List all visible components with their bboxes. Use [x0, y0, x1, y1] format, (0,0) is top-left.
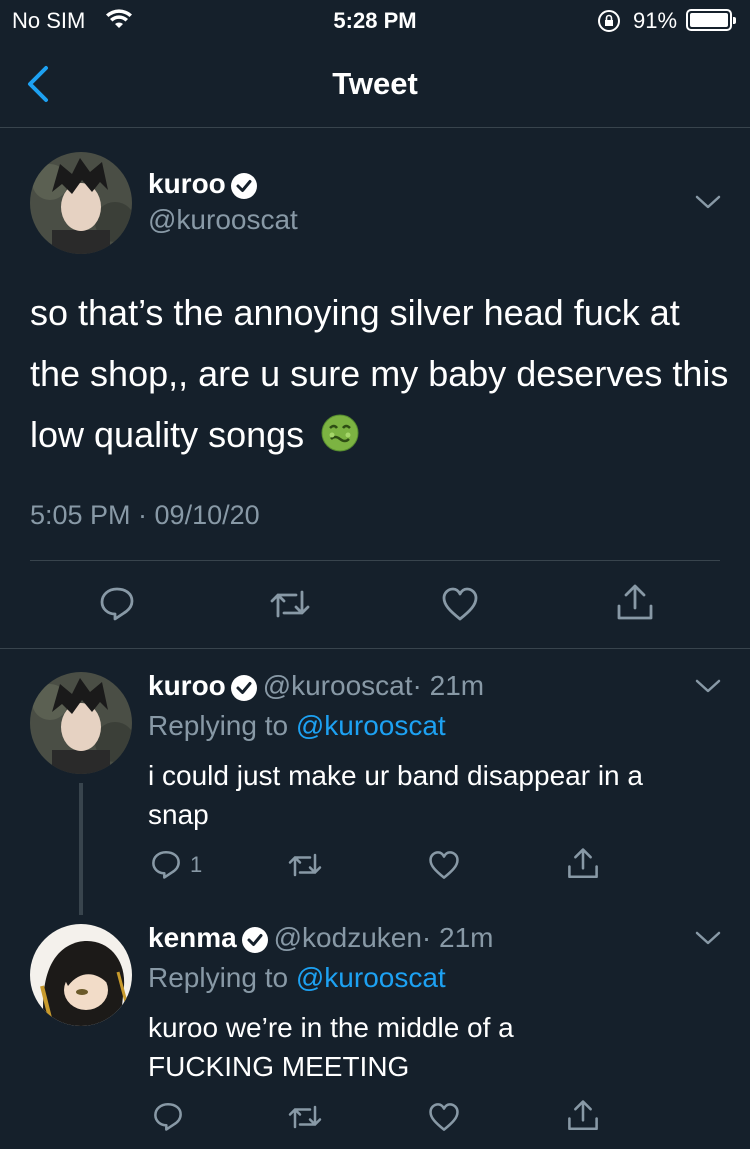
rotation-lock-icon: [596, 8, 622, 40]
tweet-author: kuroo: [148, 168, 258, 205]
retweet-icon: [270, 590, 310, 618]
share-icon: [568, 848, 598, 879]
replying-to-prefix: Replying to: [148, 710, 289, 741]
reply-age: · 21m: [412, 670, 485, 701]
chevron-down-icon: [695, 679, 721, 693]
replying-to-link[interactable]: @kurooscat: [296, 710, 446, 741]
avatar[interactable]: [30, 672, 132, 774]
tweet-text: so that’s the annoying silver head fuck …: [30, 282, 730, 471]
tweet-options-button[interactable]: [693, 928, 723, 948]
chevron-down-icon: [695, 195, 721, 209]
author-name[interactable]: kuroo: [148, 670, 226, 701]
replying-to: Replying to @kurooscat: [148, 710, 446, 742]
reply-icon: [154, 1102, 182, 1131]
nav-bar: Tweet: [0, 40, 750, 128]
share-button[interactable]: [566, 846, 600, 887]
retweet-button[interactable]: [286, 1102, 324, 1137]
nauseated-face-icon: [320, 410, 360, 471]
share-icon: [568, 1100, 598, 1131]
verified-badge-icon: [230, 674, 258, 707]
retweet-button[interactable]: [268, 586, 312, 627]
share-button[interactable]: [615, 582, 655, 629]
verified-badge-icon: [241, 926, 269, 959]
reply-icon: [152, 850, 180, 879]
heart-icon: [442, 587, 478, 621]
status-bar: No SIM 5:28 PM 91%: [0, 0, 750, 40]
reply-age: · 21m: [421, 922, 494, 953]
reply-button[interactable]: [152, 1100, 184, 1137]
reply-icon: [100, 587, 134, 621]
reply-button[interactable]: [98, 584, 136, 627]
avatar[interactable]: [30, 924, 132, 1026]
page-title: Tweet: [332, 66, 418, 101]
avatar[interactable]: [30, 152, 132, 254]
tweet-options-button[interactable]: [693, 192, 723, 212]
tweet-text-body: so that’s the annoying silver head fuck …: [30, 292, 729, 455]
author-handle[interactable]: @kurooscat: [148, 204, 298, 236]
tweet-timestamp: 5:05 PM · 09/10/20: [30, 500, 260, 530]
tweet-options-button[interactable]: [693, 676, 723, 696]
verified-badge-icon: [230, 172, 258, 205]
battery-percent: 91%: [633, 8, 678, 33]
author-name[interactable]: kenma: [148, 922, 237, 953]
share-icon: [617, 584, 653, 620]
replying-to: Replying to @kurooscat: [148, 962, 446, 994]
retweet-icon: [288, 853, 322, 877]
reply-text: kuroo we’re in the middle of a FUCKING M…: [148, 1012, 514, 1082]
thread-line: [79, 783, 83, 915]
replying-to-link[interactable]: @kurooscat: [296, 962, 446, 993]
author-handle[interactable]: @kurooscat: [263, 670, 413, 701]
chevron-down-icon: [695, 931, 721, 945]
battery-icon: [686, 9, 736, 31]
author-name[interactable]: kuroo: [148, 168, 226, 199]
share-button[interactable]: [566, 1098, 600, 1139]
reply-count: 1: [190, 852, 203, 877]
reply-author: kenma @kodzuken· 21m: [148, 922, 494, 959]
like-button[interactable]: [427, 849, 461, 886]
divider: [30, 560, 720, 561]
heart-icon: [429, 1103, 459, 1131]
like-button[interactable]: [427, 1101, 461, 1138]
replying-to-prefix: Replying to: [148, 962, 289, 993]
heart-icon: [429, 851, 459, 879]
reply-author: kuroo @kurooscat· 21m: [148, 670, 484, 707]
reply-button[interactable]: [150, 848, 182, 885]
retweet-icon: [288, 1105, 322, 1129]
divider: [0, 648, 750, 649]
reply-text: i could just make ur band disappear in a…: [148, 760, 643, 830]
like-button[interactable]: [440, 585, 480, 628]
author-handle[interactable]: @kodzuken: [274, 922, 422, 953]
retweet-button[interactable]: [286, 850, 324, 885]
